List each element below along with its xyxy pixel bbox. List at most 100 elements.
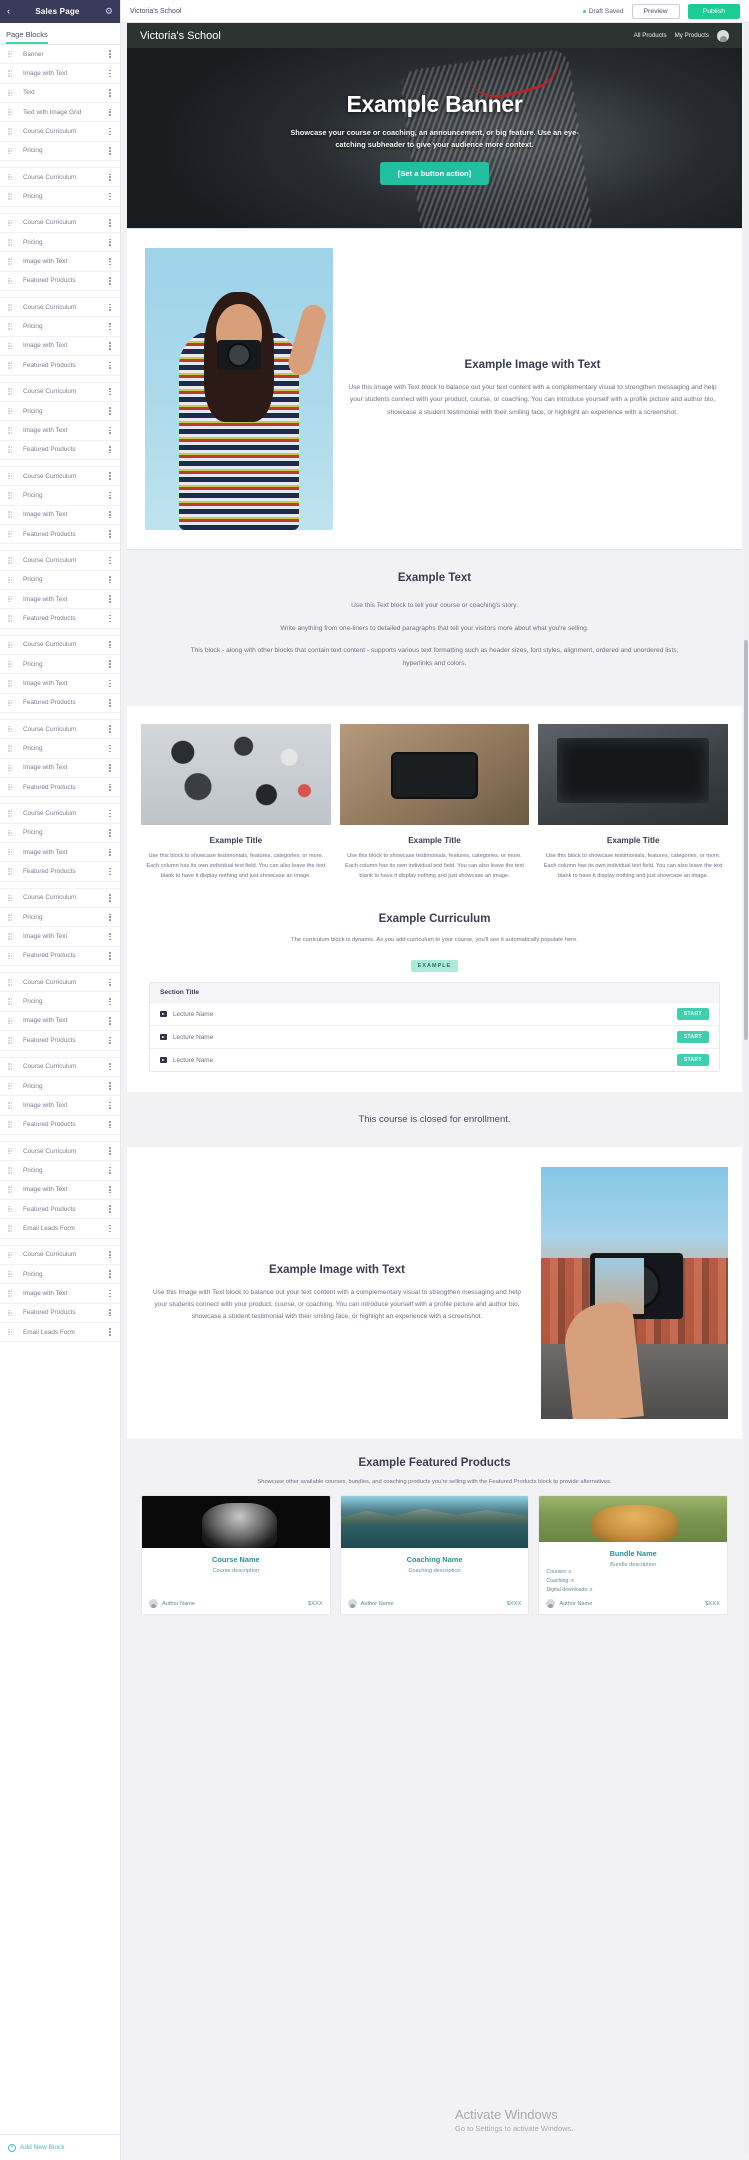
drag-handle-icon[interactable] [8,933,14,940]
text-block[interactable]: Example Text Use this Text block to tell… [127,550,742,707]
more-options-icon[interactable] [106,725,114,733]
page-block-item[interactable]: Featured Products [0,1304,120,1323]
more-options-icon[interactable] [106,1166,114,1175]
more-options-icon[interactable] [106,848,114,856]
drag-handle-icon[interactable] [8,1290,14,1297]
more-options-icon[interactable] [106,69,114,78]
page-canvas[interactable]: Victoria's School All Products My Produc… [121,23,749,2160]
start-button[interactable]: START [676,1008,709,1021]
more-options-icon[interactable] [106,1251,114,1259]
publish-button[interactable]: Publish [687,3,740,19]
drag-handle-icon[interactable] [8,1082,14,1090]
page-block-item[interactable]: Pricing [0,992,120,1012]
drag-handle-icon[interactable] [8,1309,14,1317]
drag-handle-icon[interactable] [8,810,14,817]
table-row[interactable]: Lecture Name START [150,1002,719,1026]
page-block-item[interactable]: Image with Text [0,1284,120,1304]
drag-handle-icon[interactable] [8,725,14,733]
drag-handle-icon[interactable] [8,914,14,921]
more-options-icon[interactable] [106,1224,114,1233]
drag-handle-icon[interactable] [8,277,14,285]
more-options-icon[interactable] [106,829,114,837]
more-options-icon[interactable] [106,511,114,519]
page-block-item[interactable]: Image with Text [0,421,120,441]
drag-handle-icon[interactable] [8,764,14,772]
more-options-icon[interactable] [106,660,114,668]
drag-handle-icon[interactable] [8,173,14,181]
start-button[interactable]: START [676,1054,709,1067]
more-options-icon[interactable] [106,173,114,181]
page-block-item[interactable]: Featured Products [0,947,120,967]
drag-handle-icon[interactable] [8,530,14,538]
more-options-icon[interactable] [106,576,114,584]
canvas-scrollbar-track[interactable] [744,24,748,2154]
drag-handle-icon[interactable] [8,219,14,227]
drag-handle-icon[interactable] [8,1037,14,1044]
more-options-icon[interactable] [106,1121,114,1129]
more-options-icon[interactable] [106,679,114,688]
page-block-item[interactable]: Course Curriculum [0,122,120,142]
page-block-item[interactable]: Pricing [0,824,120,844]
more-options-icon[interactable] [106,783,114,791]
more-options-icon[interactable] [106,147,114,155]
drag-handle-icon[interactable] [8,829,14,837]
drag-handle-icon[interactable] [8,615,14,622]
more-options-icon[interactable] [106,952,114,960]
page-block-item[interactable]: Course Curriculum [0,1058,120,1077]
page-block-item[interactable]: Image with Text [0,590,120,610]
more-options-icon[interactable] [106,89,114,97]
page-block-item[interactable]: Pricing [0,402,120,422]
page-block-item[interactable]: Featured Products [0,778,120,798]
add-new-block-button[interactable]: + Add New Block [0,2134,120,2160]
page-block-item[interactable]: Featured Products [0,1031,120,1051]
drag-handle-icon[interactable] [8,1270,14,1278]
drag-handle-icon[interactable] [8,1102,14,1109]
page-block-item[interactable]: Text with Image Grid [0,103,120,123]
page-block-item[interactable]: Image with Text [0,1181,120,1200]
drag-handle-icon[interactable] [8,1205,14,1213]
more-options-icon[interactable] [106,1270,114,1278]
page-block-item[interactable]: Course Curriculum [0,973,120,993]
more-options-icon[interactable] [106,1036,114,1045]
drag-handle-icon[interactable] [8,1225,14,1232]
drag-handle-icon[interactable] [8,848,14,856]
page-block-item[interactable]: Image with Text [0,64,120,84]
drag-handle-icon[interactable] [8,472,14,480]
page-block-item[interactable]: Image with Text [0,337,120,357]
drag-handle-icon[interactable] [8,699,14,707]
gear-icon[interactable]: ⚙ [105,7,113,16]
page-block-item[interactable]: Featured Products [0,272,120,292]
more-options-icon[interactable] [106,1328,114,1336]
user-avatar-icon[interactable] [717,29,729,42]
drag-handle-icon[interactable] [8,446,14,453]
more-options-icon[interactable] [106,446,114,454]
page-block-item[interactable]: Course Curriculum [0,298,120,318]
page-block-item[interactable]: Pricing [0,233,120,253]
drag-handle-icon[interactable] [8,868,14,875]
drag-handle-icon[interactable] [8,323,14,330]
page-block-item[interactable]: Featured Products [0,1116,120,1135]
more-options-icon[interactable] [106,699,114,707]
more-options-icon[interactable] [106,867,114,876]
more-options-icon[interactable] [106,809,114,818]
more-options-icon[interactable] [106,1205,114,1213]
start-button[interactable]: START [676,1031,709,1044]
drag-handle-icon[interactable] [8,894,14,902]
product-card[interactable]: Course Name Course description Author Na… [141,1495,331,1616]
more-options-icon[interactable] [106,472,114,480]
more-options-icon[interactable] [106,978,114,986]
drag-handle-icon[interactable] [8,1147,14,1155]
page-block-item[interactable]: Featured Products [0,694,120,713]
more-options-icon[interactable] [106,303,114,311]
drag-handle-icon[interactable] [8,258,14,265]
more-options-icon[interactable] [106,108,114,116]
drag-handle-icon[interactable] [8,128,14,135]
drag-handle-icon[interactable] [8,1328,14,1336]
page-block-item[interactable]: Course Curriculum [0,804,120,824]
product-card[interactable]: Bundle Name Bundle description Courses: … [538,1495,729,1616]
page-block-item[interactable]: Course Curriculum [0,214,120,234]
pricing-block[interactable]: This course is closed for enrollment. [127,1092,742,1148]
page-block-item[interactable]: Course Curriculum [0,551,120,571]
page-block-item[interactable]: Course Curriculum [0,889,120,909]
table-row[interactable]: Lecture Name START [150,1025,719,1049]
